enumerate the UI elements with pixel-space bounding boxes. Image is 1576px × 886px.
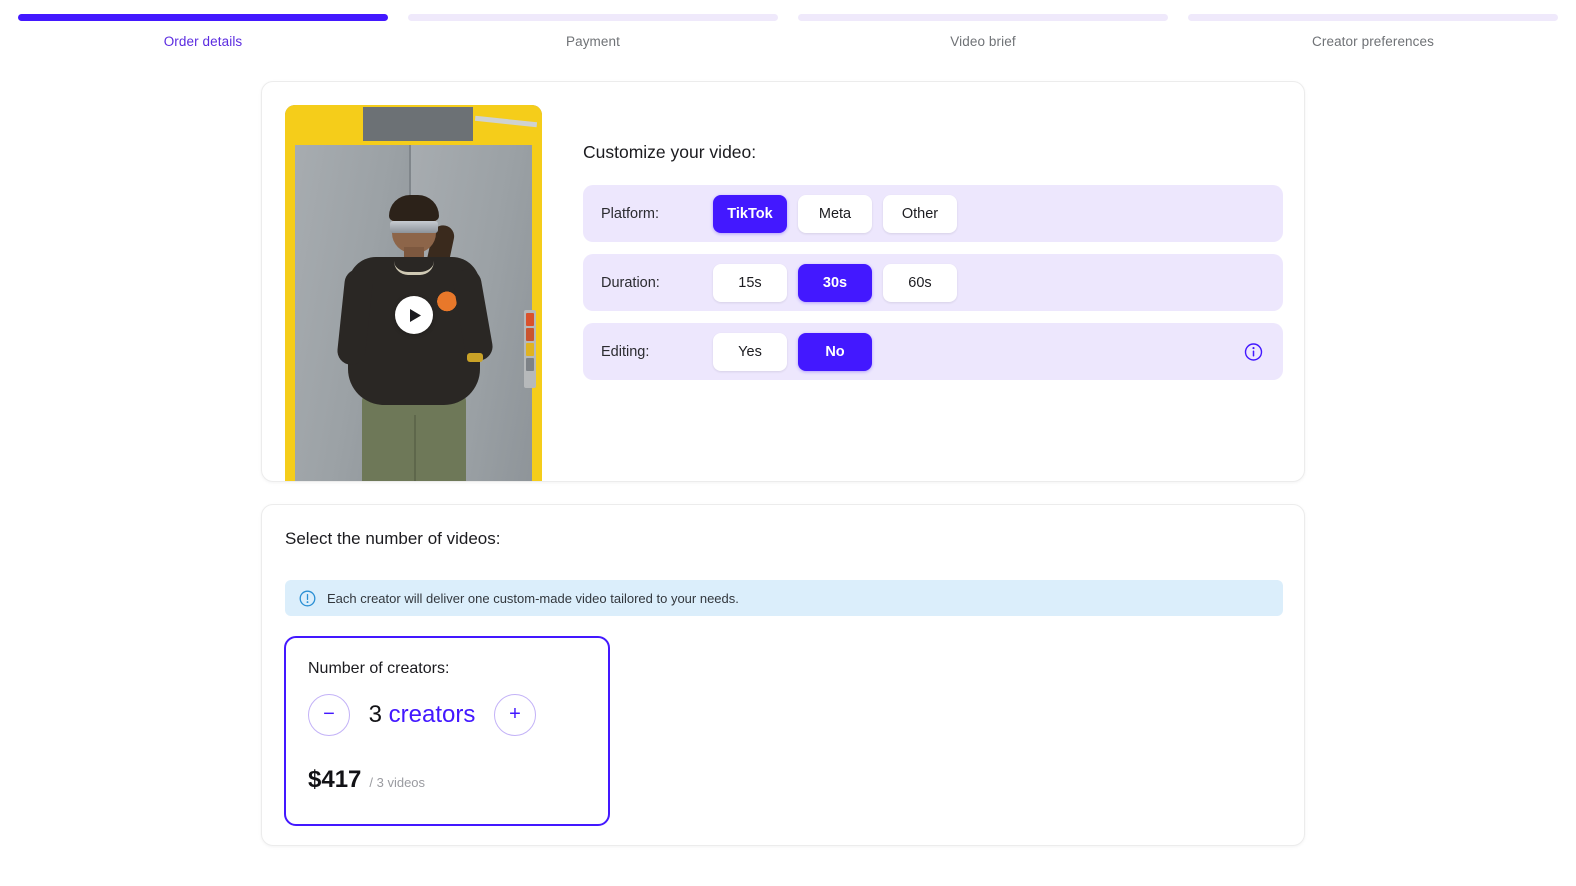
duration-option-30s[interactable]: 30s (798, 263, 872, 302)
option-group-duration: 15s 30s 60s (713, 263, 957, 302)
play-icon[interactable] (394, 296, 433, 334)
duration-option-60s[interactable]: 60s (883, 263, 957, 302)
sunglasses (389, 221, 438, 233)
price-summary: $417 / 3 videos (308, 766, 586, 794)
elevator-header-box (363, 107, 473, 141)
step-bar-video-brief (798, 14, 1168, 21)
step-label-creator-preferences: Creator preferences (1312, 34, 1434, 49)
step-video-brief[interactable]: Video brief (798, 14, 1168, 49)
info-banner: Each creator will deliver one custom-mad… (285, 580, 1283, 616)
select-videos-card: Select the number of videos: Each creato… (261, 504, 1305, 846)
alert-circle-icon (299, 590, 316, 607)
price-amount: $417 (308, 766, 362, 793)
creators-count-unit: creators (381, 701, 476, 728)
step-label-video-brief: Video brief (950, 34, 1016, 49)
decrement-creators-button[interactable]: − (308, 694, 350, 736)
duration-option-15s[interactable]: 15s (713, 263, 787, 302)
hair (388, 195, 439, 221)
creator-figure (335, 195, 495, 481)
step-label-order-details: Order details (163, 34, 243, 49)
elevator-call-panel (524, 310, 536, 388)
video-preview-thumbnail[interactable] (285, 105, 542, 481)
progress-stepper: Order details Payment Video brief Creato… (0, 0, 1576, 49)
price-unit-label: / 3 videos (369, 775, 426, 790)
creators-counter-card[interactable]: Number of creators: − 3 creators + $417 … (284, 636, 610, 826)
customize-options-panel: Customize your video: Platform: TikTok M… (583, 142, 1283, 392)
creators-count-value: 3 creators (366, 701, 478, 729)
select-videos-title: Select the number of videos: (285, 529, 501, 548)
platform-option-other[interactable]: Other (883, 194, 957, 233)
option-row-editing: Editing: Yes No (583, 323, 1283, 380)
step-creator-preferences[interactable]: Creator preferences (1188, 14, 1558, 49)
option-label-editing: Editing: (601, 343, 650, 360)
info-banner-text: Each creator will deliver one custom-mad… (327, 590, 739, 606)
step-order-details[interactable]: Order details (18, 14, 388, 49)
wrist-watch (466, 353, 483, 362)
creators-stepper: − 3 creators + (308, 694, 586, 736)
customize-video-card: Customize your video: Platform: TikTok M… (261, 81, 1305, 482)
option-label-duration: Duration: (601, 274, 660, 291)
step-label-payment: Payment (566, 34, 620, 49)
editing-option-no[interactable]: No (798, 332, 872, 371)
platform-option-meta[interactable]: Meta (798, 194, 872, 233)
creators-count-number: 3 (368, 701, 382, 728)
creators-counter-title: Number of creators: (308, 660, 450, 677)
editing-option-yes[interactable]: Yes (713, 332, 787, 371)
increment-creators-button[interactable]: + (494, 694, 536, 736)
step-payment[interactable]: Payment (408, 14, 778, 49)
option-row-platform: Platform: TikTok Meta Other (583, 185, 1283, 242)
step-bar-order-details (18, 14, 388, 21)
info-circle-icon[interactable] (1244, 342, 1263, 361)
step-bar-creator-preferences (1188, 14, 1558, 21)
option-row-duration: Duration: 15s 30s 60s (583, 254, 1283, 311)
platform-option-tiktok[interactable]: TikTok (713, 194, 787, 233)
option-group-editing: Yes No (713, 332, 872, 371)
option-label-platform: Platform: (601, 205, 660, 222)
step-bar-payment (408, 14, 778, 21)
option-group-platform: TikTok Meta Other (713, 194, 957, 233)
customize-title: Customize your video: (583, 142, 757, 162)
